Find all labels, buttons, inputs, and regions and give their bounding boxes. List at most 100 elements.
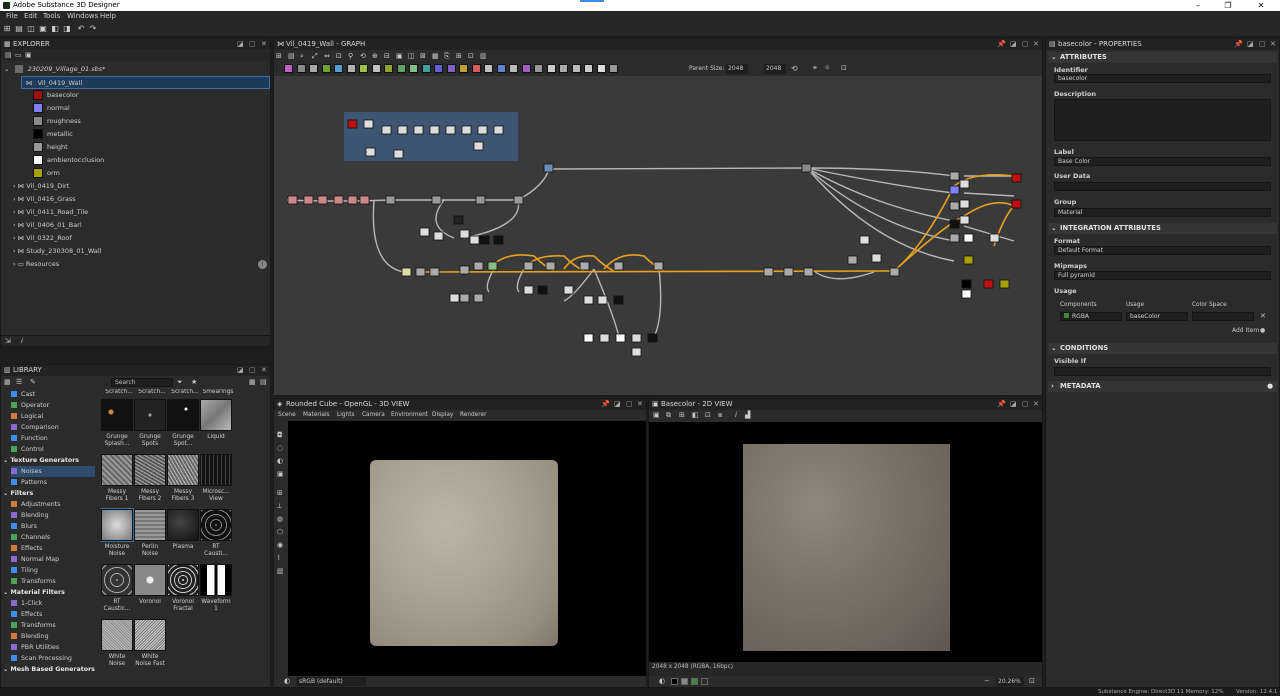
- library-thumbnail[interactable]: [101, 619, 133, 651]
- graph-node[interactable]: [859, 235, 870, 245]
- tree-output-basecolor[interactable]: basecolor: [33, 89, 79, 102]
- graph-node[interactable]: [401, 267, 412, 277]
- bg-black-icon[interactable]: [671, 678, 678, 685]
- library-category[interactable]: Blurs: [11, 521, 95, 532]
- info-icon[interactable]: i: [258, 260, 267, 269]
- atomic-node-icon[interactable]: [396, 64, 406, 73]
- graph-node[interactable]: [469, 235, 480, 245]
- graph-node[interactable]: [653, 261, 664, 271]
- library-group-header[interactable]: ⌄ Texture Generators: [3, 455, 95, 466]
- atomic-node-icon[interactable]: [521, 64, 531, 73]
- library-category[interactable]: Operator: [11, 400, 95, 411]
- graph-node[interactable]: [889, 267, 900, 277]
- atomic-node-icon[interactable]: [334, 64, 343, 73]
- graph-node[interactable]: [949, 185, 960, 195]
- library-category[interactable]: Cast: [11, 389, 95, 400]
- float-icon[interactable]: ◪: [1010, 39, 1017, 50]
- graph-node[interactable]: [647, 333, 658, 343]
- graph-tool-icon[interactable]: ⊕: [372, 52, 380, 60]
- graph-node[interactable]: [597, 295, 608, 305]
- graph-node[interactable]: [599, 333, 610, 343]
- library-thumbnail[interactable]: [134, 454, 166, 486]
- userdata-field[interactable]: [1054, 182, 1271, 191]
- section-metadata[interactable]: › METADATA ●: [1048, 381, 1277, 392]
- graph-node[interactable]: [365, 147, 376, 157]
- library-thumbnail[interactable]: [167, 509, 199, 541]
- library-category[interactable]: PBR Utilities: [11, 642, 95, 653]
- tree-graph-selected[interactable]: ⋈ Vil_0419_Wall: [21, 76, 270, 89]
- random-icon[interactable]: ☼: [824, 64, 830, 72]
- close-panel-icon[interactable]: ✕: [1033, 39, 1039, 50]
- library-category[interactable]: Function: [11, 433, 95, 444]
- bg-checker-icon[interactable]: [691, 678, 698, 685]
- graph-node[interactable]: [347, 195, 358, 205]
- menu-environment[interactable]: Environment: [391, 410, 428, 420]
- copy-icon[interactable]: ⧉: [666, 411, 671, 420]
- light-icon[interactable]: ◌: [277, 444, 283, 452]
- cube-mesh-icon[interactable]: ⬡: [277, 528, 283, 536]
- library-category[interactable]: Logical: [11, 411, 95, 422]
- library-thumbnail[interactable]: [101, 399, 133, 431]
- maximize-panel-icon[interactable]: ▢: [1022, 39, 1029, 50]
- graph-tool-icon[interactable]: ⎘: [444, 52, 452, 60]
- graph-node[interactable]: [445, 125, 456, 135]
- favorites-icon[interactable]: ★: [191, 378, 197, 386]
- parent-size-select-b[interactable]: 2048: [764, 64, 786, 74]
- graph-node[interactable]: [847, 255, 858, 265]
- save-all-icon[interactable]: ◧: [51, 25, 59, 33]
- menu-edit[interactable]: Edit: [24, 11, 38, 22]
- atomic-node-icon[interactable]: [459, 64, 468, 73]
- graph-settings-icon[interactable]: ⊡: [841, 64, 847, 72]
- reset-size-icon[interactable]: ⟲: [791, 64, 798, 73]
- graph-node[interactable]: [1011, 173, 1022, 183]
- library-category[interactable]: Control: [11, 444, 95, 455]
- menu-renderer[interactable]: Renderer: [460, 410, 486, 420]
- zoom-fit-icon[interactable]: ⊡: [1029, 677, 1035, 685]
- graph-node[interactable]: [385, 195, 396, 205]
- graph-node[interactable]: [613, 261, 624, 271]
- library-category[interactable]: Noises: [11, 466, 95, 477]
- parent-size-select-a[interactable]: 2048: [726, 64, 748, 74]
- graph-node[interactable]: [613, 295, 624, 305]
- library-category[interactable]: Normal Map: [11, 554, 95, 565]
- graph-node[interactable]: [801, 163, 812, 173]
- float-icon[interactable]: ◪: [237, 39, 244, 50]
- pin-icon[interactable]: 📌: [997, 39, 1006, 50]
- maximize-panel-icon[interactable]: ▢: [626, 399, 633, 410]
- axis-icon[interactable]: ⟂: [277, 502, 282, 511]
- graph-node[interactable]: [583, 333, 594, 343]
- histogram-icon[interactable]: ▟: [745, 411, 750, 419]
- graph-node[interactable]: [537, 285, 548, 295]
- library-category[interactable]: 1-Click: [11, 598, 95, 609]
- graph-node[interactable]: [459, 293, 470, 303]
- save-small-icon[interactable]: ▣: [25, 51, 32, 59]
- redo-icon[interactable]: ↷: [89, 25, 97, 33]
- atomic-node-icon[interactable]: [484, 64, 493, 73]
- graph-tool-icon[interactable]: ⊟: [384, 52, 392, 60]
- atomic-node-icon[interactable]: [559, 64, 568, 73]
- description-field[interactable]: [1054, 99, 1271, 141]
- atomic-node-icon[interactable]: [321, 64, 331, 73]
- library-category[interactable]: Effects: [11, 543, 95, 554]
- graph-node[interactable]: [949, 219, 960, 229]
- menu-scene[interactable]: Scene: [278, 410, 296, 420]
- graph-tool-icon[interactable]: ⤢: [312, 52, 320, 60]
- graph-node[interactable]: [415, 267, 426, 277]
- graph-node[interactable]: [393, 149, 404, 159]
- format-select[interactable]: Default Format: [1054, 246, 1271, 255]
- channels-icon[interactable]: ◧: [692, 411, 699, 419]
- graph-node[interactable]: [429, 267, 440, 277]
- graph-node[interactable]: [449, 293, 460, 303]
- atomic-node-icon[interactable]: [371, 64, 381, 73]
- library-search-input[interactable]: Search: [111, 378, 173, 387]
- atomic-node-icon[interactable]: [546, 64, 556, 73]
- library-thumbnail[interactable]: [167, 454, 199, 486]
- library-thumbnail[interactable]: [134, 619, 166, 651]
- atomic-node-icon[interactable]: [409, 64, 418, 73]
- section-integration[interactable]: ⌄ INTEGRATION ATTRIBUTES: [1048, 223, 1277, 234]
- graph-node[interactable]: [949, 201, 960, 211]
- info-icon[interactable]: i: [735, 411, 737, 419]
- graph-node[interactable]: [949, 171, 960, 181]
- add-metadata-icon[interactable]: ●: [1267, 381, 1273, 392]
- graph-node[interactable]: [949, 233, 960, 243]
